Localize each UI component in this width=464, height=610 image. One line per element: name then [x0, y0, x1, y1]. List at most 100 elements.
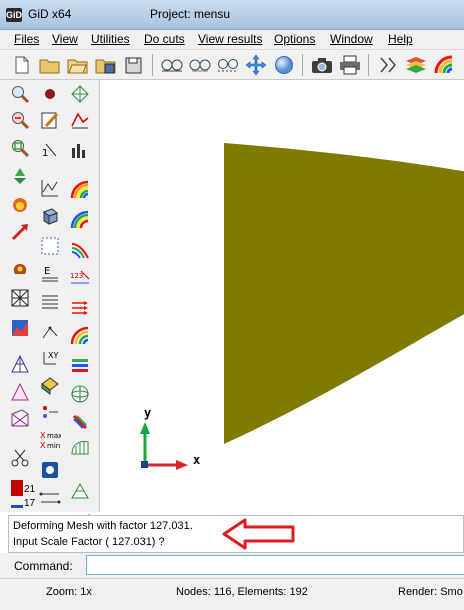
svg-text:1: 1 — [42, 148, 48, 159]
lines-icon[interactable] — [68, 478, 92, 502]
new-file-icon[interactable] — [10, 53, 34, 77]
annotation-arrow — [222, 518, 295, 550]
line-graph-icon[interactable] — [38, 176, 62, 200]
mesh-icon[interactable] — [68, 82, 92, 106]
lines-icon[interactable] — [38, 290, 62, 314]
svg-text:min: min — [47, 442, 60, 450]
graphics-viewport[interactable]: y x — [100, 80, 464, 512]
bars-icon[interactable] — [68, 354, 92, 378]
save-icon[interactable] — [94, 53, 118, 77]
move-icon[interactable] — [244, 53, 268, 77]
zoom-out-icon[interactable] — [8, 108, 32, 132]
layers-icon[interactable] — [376, 53, 400, 77]
rainbow-icon[interactable] — [68, 178, 92, 202]
svg-text:X: X — [40, 441, 46, 450]
arrow-icon[interactable] — [8, 220, 32, 244]
select-icon[interactable] — [8, 258, 32, 282]
rainbow-icon[interactable] — [68, 410, 92, 434]
zoom-frame-icon[interactable] — [216, 53, 240, 77]
svg-text:X: X — [40, 431, 46, 440]
zoom-out-icon[interactable] — [188, 53, 212, 77]
status-render: Render: Smo — [398, 586, 463, 598]
view-layers-icon[interactable] — [404, 53, 428, 77]
left-toolbar: 21 17 1 E XY Xmax Xmin 123 — [0, 80, 100, 518]
dot-icon[interactable] — [38, 82, 62, 106]
menu-help[interactable]: Help — [388, 32, 413, 46]
toolbar-separator — [152, 54, 153, 76]
triangle-icon[interactable] — [8, 352, 32, 376]
zoom-frame-icon[interactable] — [8, 136, 32, 160]
status-nodes-elements: Nodes: 116, Elements: 192 — [176, 586, 308, 598]
colorbar-label-min: 17 — [24, 498, 36, 509]
edit-icon[interactable] — [38, 108, 62, 132]
svg-text:E: E — [44, 266, 50, 277]
sphere-icon[interactable] — [272, 53, 296, 77]
dots-icon[interactable] — [38, 400, 62, 424]
message-line-2: Input Scale Factor ( 127.031) ? — [13, 536, 165, 548]
triangle-icon[interactable] — [8, 380, 32, 404]
colorbar-label-max: 21 — [24, 484, 36, 495]
zoom-icon[interactable] — [8, 82, 32, 106]
message-line-1: Deforming Mesh with factor 127.031. — [13, 520, 193, 532]
camera-icon[interactable] — [310, 53, 334, 77]
vector-icon[interactable] — [38, 320, 62, 344]
chart-icon[interactable] — [8, 316, 32, 340]
status-zoom: Zoom: 1x — [46, 586, 92, 598]
frame-icon[interactable] — [8, 406, 32, 430]
deformed-mesh — [224, 143, 464, 444]
arrows-icon[interactable] — [68, 296, 92, 320]
svg-text:max: max — [47, 432, 61, 440]
save-as-icon[interactable] — [122, 53, 146, 77]
surface-icon[interactable] — [38, 374, 62, 398]
status-bar: Zoom: 1x Nodes: 116, Elements: 192 Rende… — [0, 578, 464, 610]
arrows-icon[interactable]: 123 — [68, 268, 92, 292]
project-title: Project: mensu — [150, 7, 231, 21]
main-toolbar — [0, 50, 464, 80]
title-bar: GiD GiD x64 Project: mensu — [0, 0, 464, 30]
xyz-icon[interactable]: XY — [38, 346, 62, 370]
bar-chart-icon[interactable] — [68, 138, 92, 162]
toolbar-separator — [368, 54, 369, 76]
app-title: GiD x64 — [28, 7, 72, 21]
axis-y-label: y — [144, 406, 152, 420]
axis-triad — [140, 422, 188, 470]
menu-view[interactable]: View — [52, 32, 78, 46]
fire-icon[interactable] — [8, 192, 32, 216]
message-area: Deforming Mesh with factor 127.031. Inpu… — [8, 515, 464, 553]
text-icon[interactable]: 1 — [38, 138, 62, 162]
command-row: Command: — [0, 553, 464, 578]
zoom-in-icon[interactable] — [160, 53, 184, 77]
max-min-icon[interactable]: Xmax Xmin — [38, 428, 62, 452]
rainbow-icon[interactable] — [68, 324, 92, 348]
cube-icon[interactable] — [38, 204, 62, 228]
sphere-icon[interactable] — [68, 382, 92, 406]
rainbow-icon[interactable] — [68, 238, 92, 262]
recycle-icon[interactable] — [8, 164, 32, 188]
menu-bar: Files View Utilities Do cuts View result… — [0, 30, 464, 50]
legend-icon[interactable] — [38, 484, 62, 508]
command-input[interactable] — [86, 555, 464, 575]
open-file-icon[interactable] — [66, 53, 90, 77]
open-folder-icon[interactable] — [38, 53, 62, 77]
app-icon: GiD — [6, 8, 23, 22]
rainbow-icon[interactable] — [68, 208, 92, 232]
menu-view-results[interactable]: View results — [198, 32, 262, 46]
scissors-icon[interactable] — [8, 446, 32, 470]
mesh-icon[interactable] — [8, 286, 32, 310]
menu-utilities[interactable]: Utilities — [91, 32, 130, 46]
toolbar-separator — [302, 54, 303, 76]
list-icon[interactable] — [38, 234, 62, 258]
lines-icon[interactable]: E — [38, 262, 62, 286]
menu-options[interactable]: Options — [274, 32, 315, 46]
color-palette-icon[interactable] — [432, 53, 456, 77]
mesh-icon[interactable] — [68, 436, 92, 460]
svg-text:123: 123 — [70, 272, 83, 280]
menu-files[interactable]: Files — [14, 32, 39, 46]
menu-window[interactable]: Window — [330, 32, 373, 46]
print-icon[interactable] — [338, 53, 362, 77]
axis-x-label: x — [193, 453, 201, 467]
command-label: Command: — [14, 559, 73, 573]
graph-icon[interactable] — [68, 108, 92, 132]
info-icon[interactable] — [38, 458, 62, 482]
menu-do-cuts[interactable]: Do cuts — [144, 32, 185, 46]
